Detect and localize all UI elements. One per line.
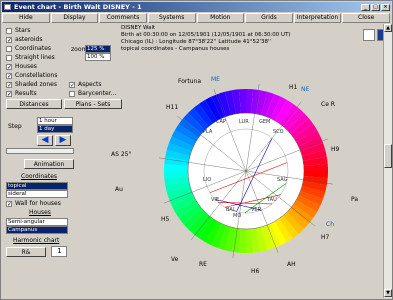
- menu-systems[interactable]: Systems: [147, 13, 196, 23]
- option-aspects[interactable]: ✓ Aspects: [69, 81, 102, 89]
- menu-bar: Hide Display Comments Systems Motion Gri…: [2, 12, 391, 23]
- checkbox[interactable]: ✓: [69, 82, 75, 89]
- option-wall-for-houses[interactable]: ✓ Wall for houses: [6, 200, 61, 208]
- distances-button[interactable]: Distances: [6, 99, 62, 109]
- menu-motion[interactable]: Motion: [196, 13, 245, 23]
- menu-interpretation[interactable]: Interpretation: [293, 13, 342, 23]
- coord-select-sideral[interactable]: sideral: [6, 190, 68, 198]
- r-button[interactable]: R&: [6, 247, 46, 257]
- ver-label: VER: [251, 207, 262, 213]
- step-label: Step: [8, 123, 22, 130]
- scroll-up-button[interactable]: ▲: [384, 24, 392, 32]
- step-forward-button[interactable]: ▶: [55, 135, 71, 146]
- minimize-button[interactable]: _: [361, 4, 370, 11]
- zodiac-ring: [158, 83, 334, 259]
- animation-button[interactable]: Animation: [24, 159, 74, 169]
- maximize-button[interactable]: □: [371, 4, 380, 11]
- re-label: RE: [199, 261, 207, 268]
- pa-label: Pa: [351, 196, 358, 203]
- gem-label: GEM: [259, 119, 270, 125]
- window-title: Event chart - Birth Walt DISNEY - 1: [14, 3, 142, 11]
- option-asteroids[interactable]: ✓ asteroids: [6, 36, 42, 44]
- astrological-wheel: Fortuna Ce R AS 25° Au Pa Ve CAP PLA GEM…: [111, 76, 358, 275]
- houses-select-campanus[interactable]: Campanus: [6, 226, 68, 234]
- progress-bar: [6, 148, 74, 154]
- zoom-select-1[interactable]: 125 %: [85, 45, 111, 53]
- option-constellations[interactable]: ✓ Constellations: [6, 72, 57, 80]
- checkbox[interactable]: ✓: [6, 82, 12, 89]
- cap-label: CAP: [216, 119, 226, 125]
- sag-label: SAG: [277, 177, 288, 183]
- tau-label: TAU: [266, 197, 277, 203]
- option-coordinates[interactable]: Coordinates: [6, 45, 51, 53]
- checkbox[interactable]: ✓: [6, 201, 12, 208]
- pen-icon[interactable]: [363, 29, 375, 41]
- h9-label: H9: [331, 146, 340, 153]
- option-barycenter[interactable]: Barycenter...: [69, 90, 116, 98]
- h1-label: H1: [289, 84, 298, 91]
- scroll-thumb[interactable]: [384, 144, 392, 168]
- checkbox[interactable]: ✓: [6, 64, 12, 71]
- scroll-down-button[interactable]: ▼: [384, 289, 392, 297]
- ve-label: Ve: [171, 256, 179, 263]
- menu-grids[interactable]: Grids: [245, 13, 293, 23]
- menu-display[interactable]: Display: [50, 13, 99, 23]
- houses-label: Houses: [29, 209, 51, 216]
- vertical-scrollbar[interactable]: ▲ ▼: [383, 24, 392, 298]
- option-houses[interactable]: ✓ Houses: [6, 63, 37, 71]
- houses-select-semi[interactable]: Semi-angular: [6, 218, 68, 226]
- fortuna-label: Fortuna: [178, 78, 201, 85]
- coord-select-tropical[interactable]: topical: [6, 182, 68, 190]
- checkbox[interactable]: [6, 28, 12, 34]
- mo-label: MO: [233, 213, 241, 219]
- checkbox[interactable]: ✓: [6, 73, 12, 80]
- lur-label: LUR: [239, 119, 249, 125]
- menu-close[interactable]: Close: [342, 13, 390, 23]
- chiron-label: Ch: [326, 221, 334, 228]
- option-shaded-zones[interactable]: ✓ Shaded zones: [6, 81, 57, 89]
- h6-label: H6: [251, 268, 260, 275]
- birth-details: Birth at 00:30:00 on 12/05/1901 (12/05/1…: [121, 32, 291, 38]
- harmonic-chart-label: Harmonic chart: [13, 237, 60, 244]
- menu-hide[interactable]: Hide: [2, 13, 50, 23]
- checkbox[interactable]: [6, 55, 12, 61]
- mercury-label: ME: [211, 76, 220, 83]
- step-select-day[interactable]: 1 day: [37, 125, 73, 133]
- title-bar: Event chart - Birth Walt DISNEY - 1 _ □ …: [2, 2, 391, 12]
- coordinates-label: Coordinates: [21, 173, 58, 180]
- option-results[interactable]: ✓ Results: [6, 90, 37, 98]
- h7-label: H7: [321, 234, 330, 241]
- location-details: Chicago (IL) : Longitude 87°38'22'' Lati…: [121, 39, 271, 45]
- harmonic-value[interactable]: 1: [51, 246, 67, 257]
- coordinate-system: topical coordinates - Campanus houses: [121, 46, 230, 52]
- app-icon: [4, 4, 11, 10]
- step-back-button[interactable]: ◀: [37, 135, 53, 146]
- checkbox[interactable]: ✓: [6, 91, 12, 98]
- checkbox[interactable]: [69, 91, 75, 97]
- vie-label: VIE: [211, 197, 219, 203]
- close-icon[interactable]: ×: [381, 4, 390, 11]
- event-chart-window: Event chart - Birth Walt DISNEY - 1 _ □ …: [0, 0, 393, 300]
- menu-comments[interactable]: Comments: [99, 13, 147, 23]
- zoom-select-2[interactable]: 100 %: [85, 53, 111, 61]
- sco-label: SCO: [273, 129, 284, 135]
- checkbox[interactable]: [6, 46, 12, 52]
- option-straight-lines[interactable]: Straight lines: [6, 54, 55, 62]
- au-label: Au: [115, 186, 123, 193]
- step-select-hour[interactable]: 1 hour: [37, 117, 73, 125]
- option-stars[interactable]: Stars: [6, 27, 30, 35]
- pla-label: PLA: [203, 129, 213, 135]
- as-label: AS 25°: [111, 151, 131, 158]
- ah-label: AH: [287, 261, 296, 268]
- checkbox[interactable]: ✓: [6, 37, 12, 44]
- subject-name: DISNEY Walt: [121, 25, 156, 31]
- chart-info: DISNEY Walt Birth at 00:30:00 on 12/05/1…: [121, 25, 301, 53]
- h5-label: H5: [161, 216, 170, 223]
- lio-label: LIO: [203, 177, 211, 183]
- h11-label: H11: [166, 104, 178, 111]
- options-panel: Stars ✓ asteroids Coordinates Straight li…: [3, 25, 125, 299]
- neptune-label: NE: [301, 86, 309, 93]
- ce-label: Ce R: [321, 101, 335, 108]
